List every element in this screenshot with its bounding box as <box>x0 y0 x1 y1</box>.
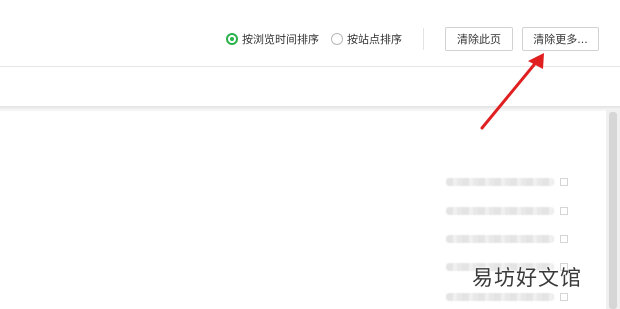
sort-by-time-label: 按浏览时间排序 <box>242 33 319 46</box>
history-row[interactable] <box>446 206 568 216</box>
history-row[interactable] <box>446 292 568 302</box>
blurred-url <box>446 235 554 243</box>
sort-radio-group: 按浏览时间排序 按站点排序 <box>226 30 414 48</box>
blurred-url <box>446 293 554 301</box>
sort-by-time-radio[interactable]: 按浏览时间排序 <box>226 31 319 47</box>
clear-page-button[interactable]: 清除此页 <box>445 27 513 51</box>
header-shadow <box>0 106 620 112</box>
toolbar-divider <box>423 28 424 50</box>
radio-checked-icon <box>226 33 238 45</box>
blurred-url <box>446 207 554 215</box>
sort-by-site-label: 按站点排序 <box>347 33 402 46</box>
radio-unchecked-icon <box>331 33 343 45</box>
sort-by-site-radio[interactable]: 按站点排序 <box>331 31 402 47</box>
header-band <box>0 67 620 107</box>
history-toolbar: 按浏览时间排序 按站点排序 清除此页 清除更多... <box>0 0 620 67</box>
row-checkbox-icon[interactable] <box>560 293 568 301</box>
history-row[interactable] <box>446 177 568 187</box>
blurred-url <box>446 178 554 186</box>
watermark-text: 易坊好文馆 <box>472 266 582 290</box>
history-row[interactable] <box>446 234 568 244</box>
row-checkbox-icon[interactable] <box>560 178 568 186</box>
row-checkbox-icon[interactable] <box>560 235 568 243</box>
row-checkbox-icon[interactable] <box>560 207 568 215</box>
clear-more-button[interactable]: 清除更多... <box>522 27 599 51</box>
scrollbar-thumb[interactable] <box>609 112 617 309</box>
